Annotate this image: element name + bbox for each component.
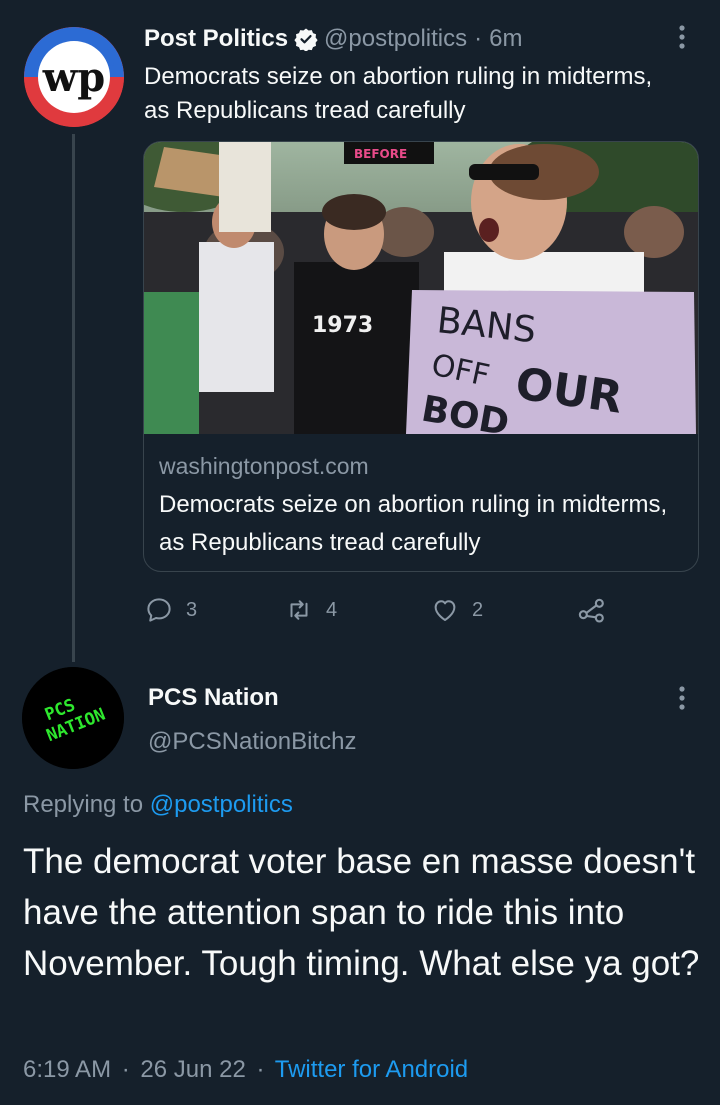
retweet-icon <box>290 600 308 620</box>
wp-logo-icon: wp <box>24 27 124 127</box>
meta-separator-2: · <box>256 1056 265 1083</box>
shirt-text: 1973 <box>312 313 373 338</box>
reply-metadata: 6:19 AM · 26 Jun 22 · Twitter for Androi… <box>23 1056 468 1084</box>
reply-icon <box>147 598 171 622</box>
more-options-icon[interactable] <box>672 22 692 52</box>
replying-to-line: Replying to @postpolitics <box>23 791 293 819</box>
tweet-header: Post Politics @postpolitics · 6m <box>144 22 522 56</box>
share-icon <box>578 598 604 623</box>
author-handle[interactable]: @postpolitics <box>324 25 467 53</box>
like-action[interactable]: 2 <box>430 590 483 630</box>
retweet-count: 4 <box>326 598 338 621</box>
verified-badge-icon <box>294 28 318 51</box>
retweet-action[interactable]: 4 <box>284 590 337 630</box>
post-politics-avatar[interactable]: wp <box>24 27 124 127</box>
svg-text:wp: wp <box>42 54 105 101</box>
card-domain: washingtonpost.com <box>159 453 369 479</box>
card-title: Democrats seize on abortion ruling in mi… <box>159 491 668 556</box>
pcs-nation-avatar[interactable]: PCS NATION <box>22 667 124 769</box>
author-name[interactable]: Post Politics <box>144 25 288 53</box>
reply-author-name[interactable]: PCS Nation <box>148 684 279 712</box>
reply-action[interactable]: 3 <box>144 590 197 630</box>
reply-time[interactable]: 6:19 AM <box>23 1056 111 1083</box>
like-count: 2 <box>472 598 484 621</box>
heart-icon <box>434 600 456 621</box>
reply-author-handle[interactable]: @PCSNationBitchz <box>148 728 356 756</box>
before-sign-text: BEFORE <box>354 147 407 161</box>
header-separator: · <box>474 25 483 52</box>
protest-photo: 1973 BEFORE BANS OFF OUR BOD <box>144 142 698 434</box>
tweet-time[interactable]: 6m <box>489 25 522 53</box>
tweet-action-bar: 3 4 2 <box>144 590 624 630</box>
thread-connector-line <box>72 134 75 662</box>
link-preview-card[interactable]: 1973 BEFORE BANS OFF OUR BOD washingtonp… <box>143 141 699 572</box>
reply-count: 3 <box>186 598 198 621</box>
client-link[interactable]: Twitter for Android <box>275 1056 468 1083</box>
tweet-text: Democrats seize on abortion ruling in mi… <box>144 63 653 124</box>
replying-to-label: Replying to <box>23 791 144 818</box>
reply-text: The democrat voter base en masse doesn't… <box>23 842 700 983</box>
reply-date[interactable]: 26 Jun 22 <box>140 1056 245 1083</box>
pcs-nation-logo-icon: PCS NATION <box>22 667 124 769</box>
replying-to-link[interactable]: @postpolitics <box>150 791 293 818</box>
reply-more-options-icon[interactable] <box>672 683 692 713</box>
meta-separator-1: · <box>121 1056 130 1083</box>
share-action[interactable] <box>576 590 608 630</box>
